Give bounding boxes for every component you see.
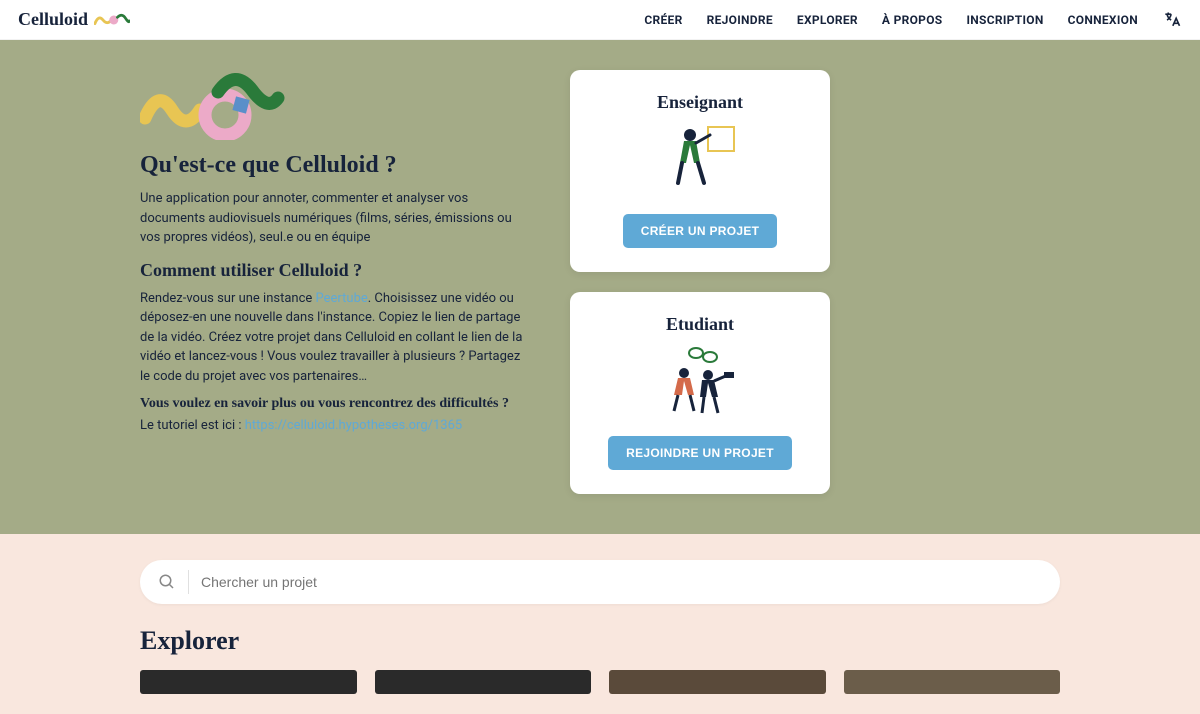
hero-heading-more: Vous voulez en savoir plus ou vous renco… xyxy=(140,396,530,412)
hero-heading-what: Qu'est-ce que Celluloid ? xyxy=(140,152,530,179)
hero-section: Qu'est-ce que Celluloid ? Une applicatio… xyxy=(0,40,1200,534)
nav-signup[interactable]: INSCRIPTION xyxy=(966,13,1043,27)
hero-desc-2: Rendez-vous sur une instance Peertube. C… xyxy=(140,289,530,387)
explore-heading: Explorer xyxy=(140,626,1060,656)
student-illustration-icon xyxy=(660,343,740,418)
project-thumb[interactable] xyxy=(140,670,357,694)
project-thumb[interactable] xyxy=(609,670,826,694)
nav-create[interactable]: CRÉER xyxy=(644,13,682,27)
student-card: Etudiant REJOINDRE UN PROJET xyxy=(570,292,830,494)
search-bar[interactable] xyxy=(140,560,1060,604)
nav-join[interactable]: REJOINDRE xyxy=(707,13,773,27)
search-icon xyxy=(158,573,176,591)
logo-squiggle-icon xyxy=(94,11,130,29)
top-header: Celluloid CRÉER REJOINDRE EXPLORER À PRO… xyxy=(0,0,1200,40)
create-project-button[interactable]: CRÉER UN PROJET xyxy=(623,214,778,248)
nav-explore[interactable]: EXPLORER xyxy=(797,13,858,27)
nav-login[interactable]: CONNEXION xyxy=(1068,13,1138,27)
tutorial-link[interactable]: https://celluloid.hypotheses.org/1365 xyxy=(245,418,462,433)
hero-tutorial-line: Le tutoriel est ici : https://celluloid.… xyxy=(140,416,530,436)
peertube-link[interactable]: Peertube xyxy=(316,291,368,306)
hero-desc-1: Une application pour annoter, commenter … xyxy=(140,189,530,248)
explore-section: Explorer xyxy=(0,534,1200,714)
student-card-title: Etudiant xyxy=(590,314,810,335)
nav-about[interactable]: À PROPOS xyxy=(882,13,943,27)
hero-squiggle-icon xyxy=(140,70,285,140)
logo[interactable]: Celluloid xyxy=(18,9,130,30)
project-thumb[interactable] xyxy=(844,670,1061,694)
hero-heading-how: Comment utiliser Celluloid ? xyxy=(140,260,530,281)
language-icon[interactable] xyxy=(1162,10,1182,30)
search-divider xyxy=(188,570,189,594)
teacher-card: Enseignant CRÉER UN PROJET xyxy=(570,70,830,272)
teacher-illustration-icon xyxy=(660,121,740,196)
logo-text: Celluloid xyxy=(18,9,88,30)
teacher-card-title: Enseignant xyxy=(590,92,810,113)
main-nav: CRÉER REJOINDRE EXPLORER À PROPOS INSCRI… xyxy=(644,10,1182,30)
project-thumbnails xyxy=(140,670,1060,694)
hero-cards: Enseignant CRÉER UN PROJET Etudiant xyxy=(570,70,830,494)
join-project-button[interactable]: REJOINDRE UN PROJET xyxy=(608,436,792,470)
project-thumb[interactable] xyxy=(375,670,592,694)
hero-content: Qu'est-ce que Celluloid ? Une applicatio… xyxy=(140,70,530,494)
search-input[interactable] xyxy=(201,574,1042,590)
